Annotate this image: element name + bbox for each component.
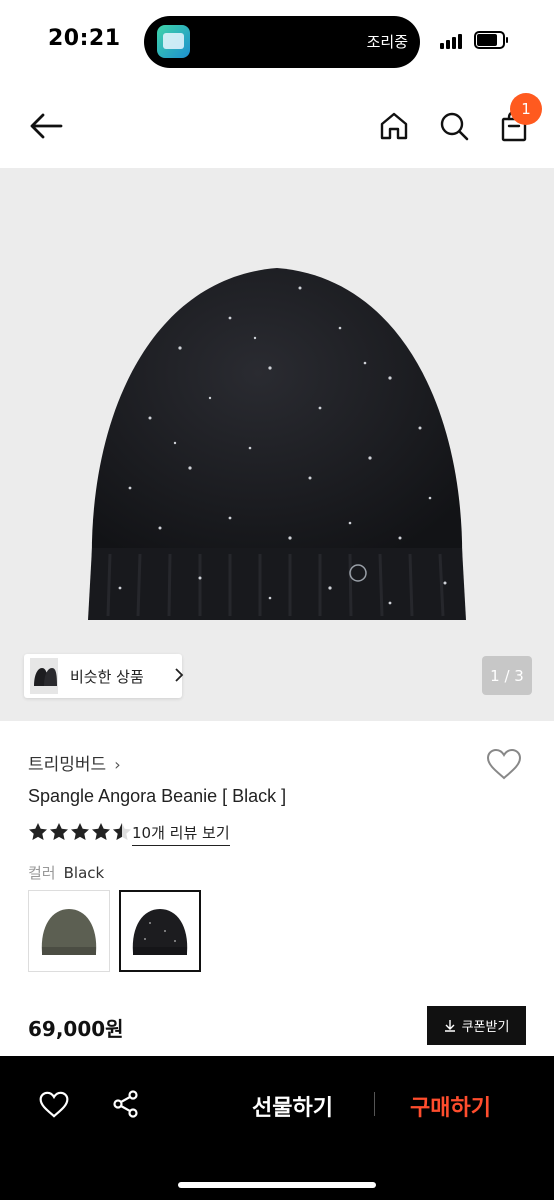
image-counter: 1 / 3: [482, 656, 532, 695]
star-icon: [29, 823, 47, 840]
chevron-right-icon: [174, 667, 184, 687]
similar-thumbnail: [30, 658, 58, 694]
home-icon[interactable]: [372, 104, 416, 148]
signal-icon: [440, 33, 466, 49]
arrow-left-icon[interactable]: [24, 104, 68, 148]
buy-button[interactable]: 구매하기: [410, 1090, 491, 1122]
product-title: Spangle Angora Beanie [ Black ]: [28, 786, 287, 806]
half-star-icon: [113, 823, 131, 840]
color-label: 컬러: [28, 864, 56, 882]
beanie-image: [88, 268, 466, 620]
dynamic-island[interactable]: 조리중: [144, 16, 420, 68]
share-icon[interactable]: [106, 1084, 146, 1124]
similar-products-button[interactable]: 비슷한 상품: [24, 654, 184, 698]
swatch-khaki[interactable]: [28, 890, 110, 972]
swatch-black[interactable]: [119, 890, 201, 972]
battery-icon: [474, 31, 508, 49]
rating-stars: [28, 822, 133, 844]
brand-link[interactable]: 트리밍버드 ›: [28, 750, 121, 775]
heart-icon[interactable]: [34, 1084, 74, 1124]
home-indicator[interactable]: [178, 1182, 376, 1188]
coupon-label: 쿠폰받기: [461, 1020, 510, 1035]
price: 69,000원: [28, 1017, 124, 1041]
color-value: Black: [63, 864, 105, 882]
star-icon: [71, 823, 89, 840]
gift-button[interactable]: 선물하기: [252, 1090, 333, 1122]
similar-label: 비슷한 상품: [70, 668, 144, 686]
cart-badge: 1: [510, 93, 542, 125]
status-time: 20:21: [48, 26, 121, 51]
divider: [374, 1092, 375, 1116]
island-label: 조리중: [366, 33, 408, 51]
status-bar: 20:21 조리중: [0, 0, 554, 84]
coupon-button[interactable]: 쿠폰받기: [427, 1006, 526, 1045]
download-icon: [444, 1019, 456, 1032]
review-link[interactable]: 10개 리뷰 보기: [132, 822, 230, 846]
color-row: 컬러 Black: [28, 862, 104, 883]
star-icon: [50, 823, 68, 840]
product-image-carousel[interactable]: 비슷한 상품 1 / 3: [0, 168, 554, 721]
app-icon: [157, 25, 190, 58]
bottom-action-bar: 선물하기 구매하기: [0, 1056, 554, 1200]
heart-icon[interactable]: [486, 748, 526, 784]
star-icon: [92, 823, 110, 840]
top-nav: [0, 84, 554, 168]
brand-name: 트리밍버드: [28, 755, 107, 775]
search-icon[interactable]: [432, 104, 476, 148]
chevron-right-icon: ›: [114, 755, 121, 774]
